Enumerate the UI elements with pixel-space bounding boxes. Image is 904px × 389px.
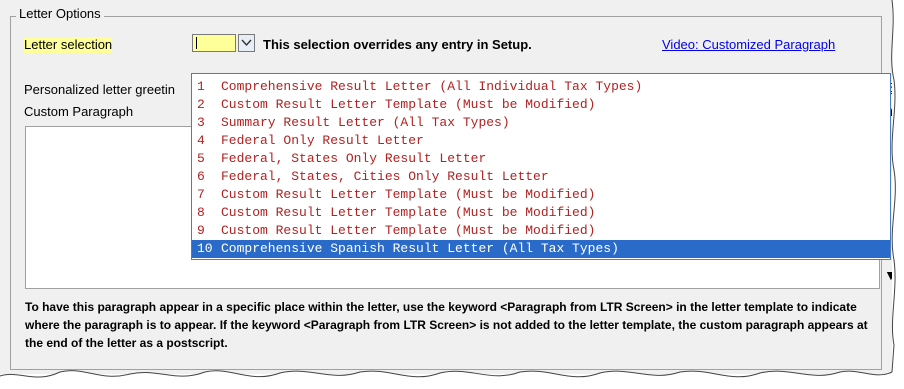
option-number: 3 [197, 115, 205, 130]
custom-paragraph-label: Custom Paragraph [24, 104, 134, 119]
option-label: Summary Result Letter (All Tax Types) [221, 115, 510, 130]
option-number: 7 [197, 187, 205, 202]
dropdown-option[interactable]: 1 Comprehensive Result Letter (All Indivi… [192, 78, 890, 96]
override-note: This selection overrides any entry in Se… [263, 37, 532, 52]
option-label: Federal Only Result Letter [221, 133, 424, 148]
dropdown-option[interactable]: 2 Custom Result Letter Template (Must be … [192, 96, 890, 114]
chevron-down-icon [241, 39, 252, 47]
dropdown-option[interactable]: 6 Federal, States, Cities Only Result Let… [192, 168, 890, 186]
dropdown-option[interactable]: 5 Federal, States Only Result Letter [192, 150, 890, 168]
option-label: Federal, States Only Result Letter [221, 151, 487, 166]
scroll-marker: ▼ [884, 267, 892, 283]
letter-selection-input[interactable] [192, 34, 236, 52]
option-label: Comprehensive Spanish Result Letter (All… [221, 241, 619, 256]
letter-selection-dropdown-list[interactable]: 1 Comprehensive Result Letter (All Indivi… [191, 73, 891, 260]
dropdown-option[interactable]: 3 Summary Result Letter (All Tax Types) [192, 114, 890, 132]
group-legend: Letter Options [16, 6, 104, 22]
dropdown-option[interactable]: 4 Federal Only Result Letter [192, 132, 890, 150]
letter-selection-dropdown-button[interactable] [238, 34, 255, 52]
option-number: 6 [197, 169, 205, 184]
option-label: Comprehensive Result Letter (All Individ… [221, 79, 643, 94]
dropdown-option[interactable]: 8 Custom Result Letter Template (Must be … [192, 204, 890, 222]
option-label: Custom Result Letter Template (Must be M… [221, 187, 596, 202]
letter-selection-label: Letter selection [24, 37, 113, 53]
option-number: 2 [197, 97, 205, 112]
option-number: 8 [197, 205, 205, 220]
letter-options-panel: Letter Options Letter selection This sel… [0, 0, 892, 374]
dropdown-option[interactable]: 10 Comprehensive Spanish Result Letter (A… [192, 240, 890, 258]
dropdown-option[interactable]: 7 Custom Result Letter Template (Must be … [192, 186, 890, 204]
option-label: Custom Result Letter Template (Must be M… [221, 223, 596, 238]
option-number: 5 [197, 151, 205, 166]
option-label: Federal, States, Cities Only Result Lett… [221, 169, 549, 184]
dropdown-option[interactable]: 9 Custom Result Letter Template (Must be … [192, 222, 890, 240]
option-number: 4 [197, 133, 205, 148]
option-number: 10 [197, 241, 213, 256]
instructions-text: To have this paragraph appear in a speci… [25, 300, 868, 350]
text-caret [196, 37, 197, 49]
greeting-label: Personalized letter greetin [24, 82, 176, 97]
option-label: Custom Result Letter Template (Must be M… [221, 205, 596, 220]
option-label: Custom Result Letter Template (Must be M… [221, 97, 596, 112]
video-customized-paragraph-link[interactable]: Video: Customized Paragraph [662, 37, 835, 53]
option-number: 1 [197, 79, 205, 94]
option-number: 9 [197, 223, 205, 238]
